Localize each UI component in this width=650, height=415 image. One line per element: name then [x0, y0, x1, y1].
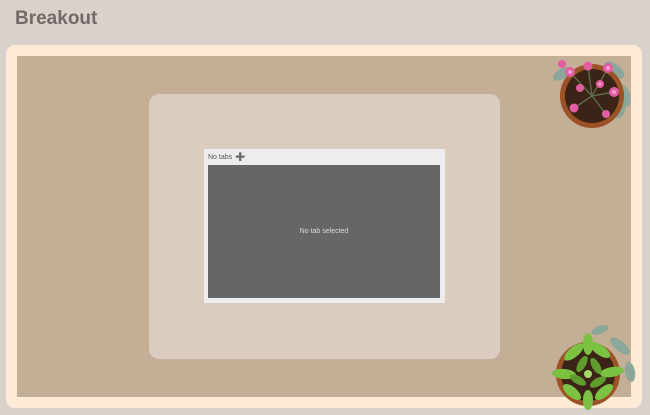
shared-screen[interactable]: No tabs ✚ No tab selected	[204, 149, 445, 303]
shared-table[interactable]: No tabs ✚ No tab selected	[149, 94, 500, 359]
no-tabs-label: No tabs	[208, 153, 233, 161]
no-tab-selected-message: No tab selected	[299, 228, 349, 235]
room-floor: No tabs ✚ No tab selected	[17, 56, 631, 397]
tab-content-area: No tab selected	[208, 165, 440, 298]
plus-icon[interactable]: ✚	[235, 151, 245, 163]
green-succulent-plant-icon	[552, 325, 636, 410]
page-title: Breakout	[15, 8, 98, 29]
tab-bar: No tabs ✚	[204, 149, 445, 165]
pink-flower-plant-icon	[552, 60, 631, 128]
